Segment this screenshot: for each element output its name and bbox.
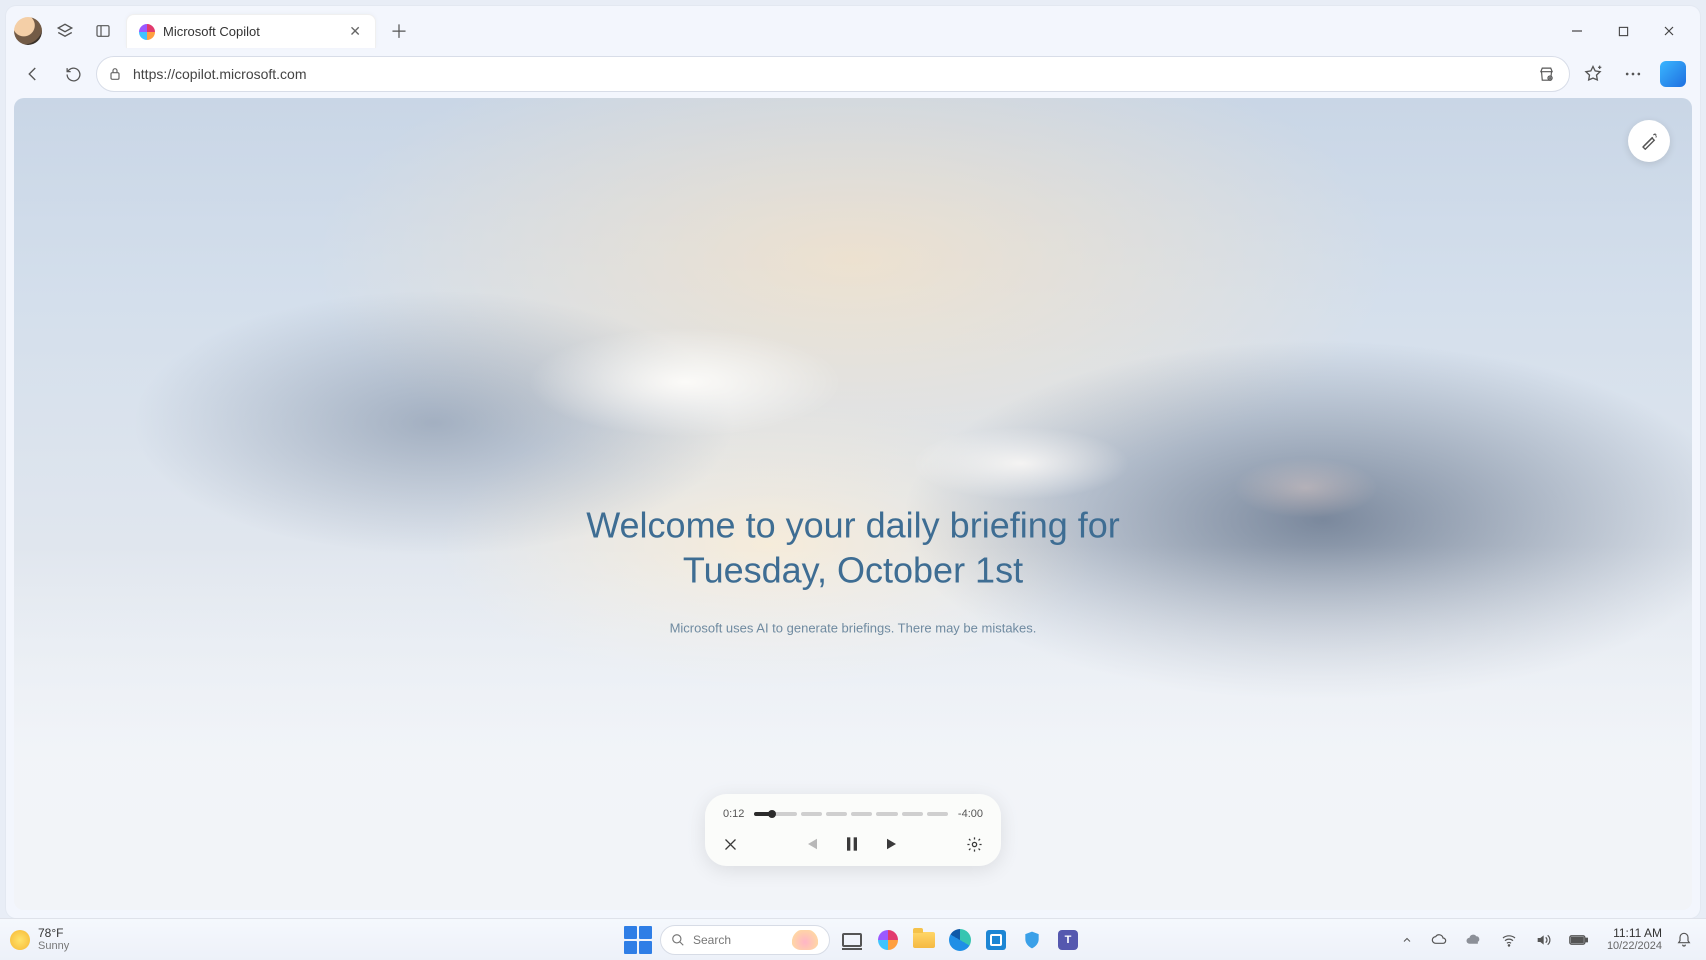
weather-icon xyxy=(10,930,30,950)
weather-condition: Sunny xyxy=(38,940,69,952)
weather-temp: 78°F xyxy=(38,927,69,940)
tab-title: Microsoft Copilot xyxy=(163,24,337,39)
browser-window: Microsoft Copilot ✕ ＋ https://copilot.mi… xyxy=(6,6,1700,918)
tab-strip: Microsoft Copilot ✕ ＋ xyxy=(6,6,1700,50)
toolbar: https://copilot.microsoft.com xyxy=(6,50,1700,98)
search-placeholder: Search xyxy=(693,933,783,947)
minimize-button[interactable] xyxy=(1554,14,1600,48)
task-view-button[interactable] xyxy=(838,926,866,954)
profile-avatar[interactable] xyxy=(14,17,42,45)
clock[interactable]: 11:11 AM 10/22/2024 xyxy=(1607,927,1662,952)
site-info-icon[interactable] xyxy=(107,66,123,82)
taskbar-search[interactable]: Search xyxy=(660,925,830,955)
back-button[interactable] xyxy=(16,57,50,91)
headline-line-1: Welcome to your daily briefing for xyxy=(403,502,1303,547)
copilot-sidebar-button[interactable] xyxy=(1656,57,1690,91)
clock-time: 11:11 AM xyxy=(1607,927,1662,940)
controls-row xyxy=(723,834,983,854)
progress-track[interactable] xyxy=(754,812,948,816)
briefing-disclaimer: Microsoft uses AI to generate briefings.… xyxy=(403,620,1303,635)
taskbar-center: Search xyxy=(624,925,1082,955)
maximize-button[interactable] xyxy=(1600,14,1646,48)
volume-icon[interactable] xyxy=(1531,928,1555,952)
search-decoration-icon xyxy=(791,930,819,950)
previous-button[interactable] xyxy=(802,835,820,853)
shopping-icon[interactable] xyxy=(1531,59,1561,89)
copilot-taskbar-button[interactable] xyxy=(874,926,902,954)
elapsed-time: 0:12 xyxy=(723,808,744,820)
onedrive-icon[interactable] xyxy=(1461,927,1487,953)
cloud-sync-icon[interactable] xyxy=(1427,928,1451,952)
customize-button[interactable] xyxy=(1628,120,1670,162)
tray-overflow-button[interactable] xyxy=(1397,930,1417,950)
browser-tab[interactable]: Microsoft Copilot ✕ xyxy=(126,14,376,48)
headline-line-2: Tuesday, October 1st xyxy=(403,547,1303,592)
close-window-button[interactable] xyxy=(1646,14,1692,48)
url-text: https://copilot.microsoft.com xyxy=(133,66,1521,82)
page-content: Welcome to your daily briefing for Tuesd… xyxy=(14,98,1692,910)
teams-button[interactable] xyxy=(1054,926,1082,954)
weather-widget[interactable]: 78°F Sunny xyxy=(10,927,69,952)
battery-icon[interactable] xyxy=(1565,930,1593,950)
briefing-headline: Welcome to your daily briefing for Tuesd… xyxy=(403,502,1303,592)
tab-close-button[interactable]: ✕ xyxy=(345,21,365,42)
wifi-icon[interactable] xyxy=(1497,928,1521,952)
progress-row: 0:12 -4:00 xyxy=(723,808,983,820)
copilot-favicon-icon xyxy=(139,24,155,40)
address-bar[interactable]: https://copilot.microsoft.com xyxy=(96,56,1570,92)
file-explorer-button[interactable] xyxy=(910,926,938,954)
pause-button[interactable] xyxy=(842,834,862,854)
briefing-block: Welcome to your daily briefing for Tuesd… xyxy=(403,502,1303,635)
search-icon xyxy=(671,933,685,947)
edge-button[interactable] xyxy=(946,926,974,954)
clock-date: 10/22/2024 xyxy=(1607,940,1662,952)
next-button[interactable] xyxy=(884,835,902,853)
notifications-button[interactable] xyxy=(1672,928,1696,952)
security-button[interactable] xyxy=(1018,926,1046,954)
window-controls xyxy=(1554,14,1692,48)
microsoft-store-button[interactable] xyxy=(982,926,1010,954)
taskbar: 78°F Sunny Search 11:11 AM 10/22/2024 xyxy=(0,918,1706,960)
audio-player: 0:12 -4:00 xyxy=(705,794,1001,866)
player-settings-button[interactable] xyxy=(966,836,983,853)
system-tray: 11:11 AM 10/22/2024 xyxy=(1397,927,1696,953)
new-tab-button[interactable]: ＋ xyxy=(384,16,414,46)
start-button[interactable] xyxy=(624,926,652,954)
remaining-time: -4:00 xyxy=(958,808,983,820)
more-button[interactable] xyxy=(1616,57,1650,91)
favorites-button[interactable] xyxy=(1576,57,1610,91)
workspaces-icon[interactable] xyxy=(50,16,80,46)
player-close-button[interactable] xyxy=(723,837,738,852)
tab-actions-icon[interactable] xyxy=(88,16,118,46)
refresh-button[interactable] xyxy=(56,57,90,91)
